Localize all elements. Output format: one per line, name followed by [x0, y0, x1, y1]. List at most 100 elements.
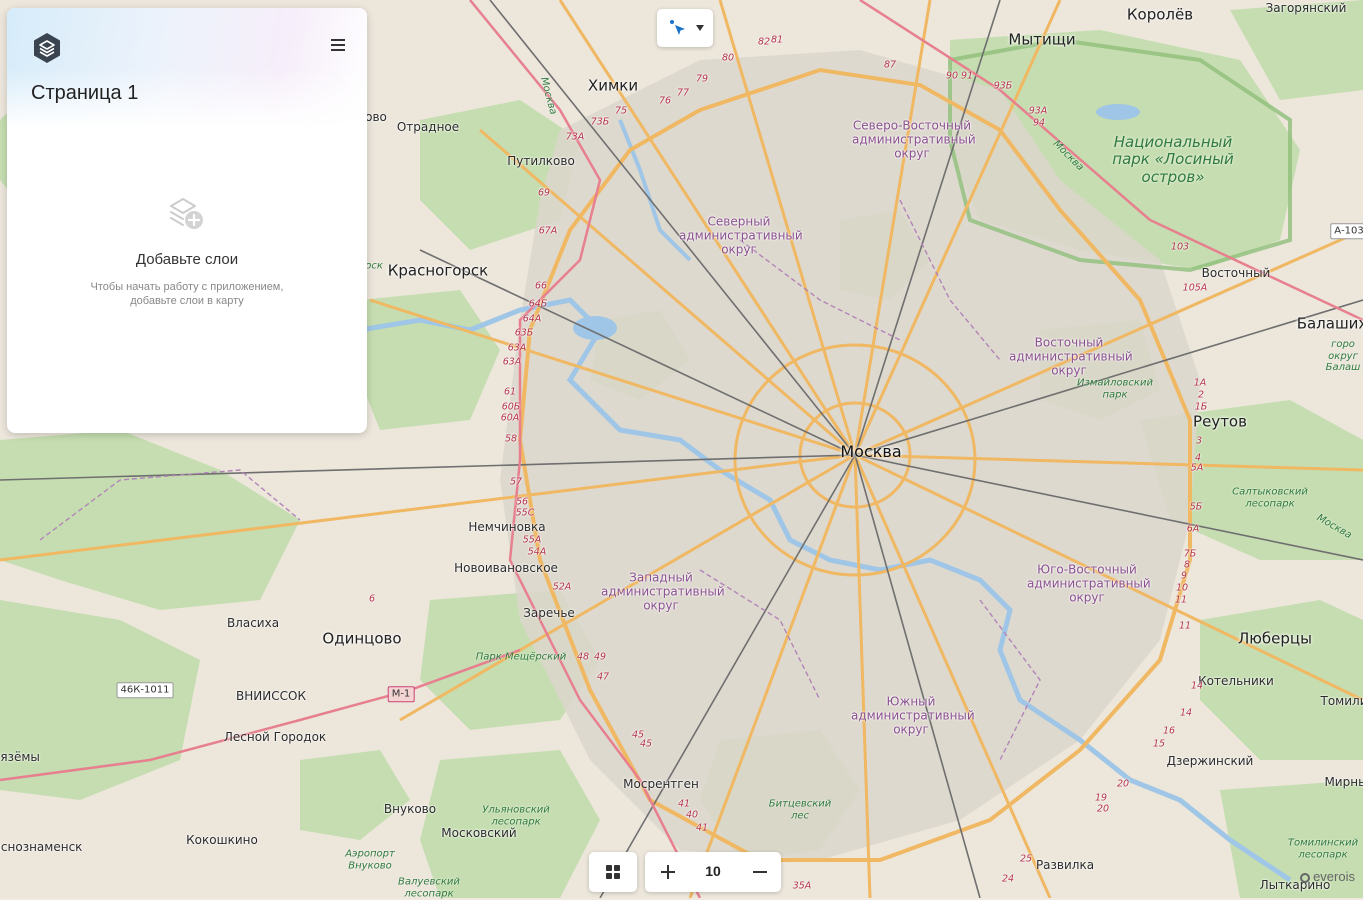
km-marker: 91 [961, 72, 973, 83]
km-marker: 76 [659, 97, 671, 108]
map-label-vyazyomy: Вязёмы [0, 751, 40, 765]
map-label-oboro: ово [365, 111, 387, 125]
km-marker: 61 [504, 388, 516, 399]
km-marker: 73А [566, 133, 585, 144]
zoom-in-button[interactable] [645, 852, 689, 892]
road-shield-a103: А-103 [1330, 223, 1363, 239]
map-label-zarechye: Заречье [523, 607, 575, 621]
km-marker: 14 [1191, 682, 1203, 693]
km-marker: 41 [696, 824, 708, 835]
km-marker: 24 [1002, 875, 1014, 886]
km-marker: 87 [884, 61, 896, 72]
map-label-odintsovo: Одинцово [322, 630, 401, 647]
map-label-district-uv: Юго-Восточный административный округ [1027, 563, 1147, 604]
map-label-mosrentgen: Мосрентген [623, 778, 699, 792]
km-marker: 105А [1183, 284, 1208, 295]
km-marker: 75 [615, 107, 627, 118]
map-label-moskva: Москва [840, 443, 901, 461]
km-marker: 1Б [1195, 403, 1208, 414]
km-marker: 1А [1194, 379, 1207, 390]
km-marker: 10 [1176, 584, 1188, 595]
map-label-airport: Аэропорт Внуково [335, 849, 405, 872]
km-marker: 67А [539, 227, 558, 238]
km-marker: 93Б [994, 82, 1013, 93]
page-title: Страница 1 [31, 82, 138, 105]
map-label-kotelniki: Котельники [1198, 675, 1274, 689]
km-marker: 15 [1153, 740, 1165, 751]
empty-state-title: Добавьте слои [7, 251, 367, 268]
caret-down-icon [696, 25, 704, 31]
map-label-tomilino: Томили [1321, 695, 1363, 709]
add-layer-icon [167, 194, 207, 234]
km-marker: 69 [538, 189, 550, 200]
panel-header-gradient [7, 8, 367, 128]
km-marker: 55С [516, 509, 535, 520]
km-marker: 48 [577, 653, 589, 664]
map-label-putilkovo: Путилково [507, 155, 575, 169]
km-marker: 5Б [1190, 503, 1203, 514]
map-label-vnukovo: Внуково [384, 803, 436, 817]
km-marker: 63Б [515, 329, 534, 340]
map-label-park-losiny: Национальный парк «Лосиный остров» [1103, 134, 1243, 186]
map-label-zagoryansky: Загорянский [1266, 2, 1347, 16]
km-marker: 45 [640, 740, 652, 751]
map-label-kokoshkino: Кокошкино [186, 834, 258, 848]
km-marker: 64Б [529, 300, 548, 311]
km-marker: 63А [503, 358, 522, 369]
map-label-khimki: Химки [588, 77, 638, 94]
map-label-novoivanovskoe: Новоивановское [454, 562, 558, 576]
map-label-park-valuevsky: Валуевский лесопарк [389, 877, 469, 900]
map-label-park-ulyanovsky: Ульяновский лесопарк [476, 805, 556, 828]
km-marker: 90 [946, 72, 958, 83]
km-marker: 81 [771, 36, 783, 47]
km-marker: 77 [677, 89, 689, 100]
attribution: everois [1300, 869, 1355, 884]
km-marker: 6А [1187, 525, 1200, 536]
map-label-park-saltykovsky: Салтыковский лесопарк [1225, 487, 1315, 510]
map-label-razvilka: Развилка [1036, 859, 1094, 873]
map-label-district-sev: Северный административный округ [679, 215, 799, 256]
map-label-nemchinovka: Немчиновка [468, 521, 545, 535]
km-marker: 9 [1181, 572, 1187, 583]
map-label-korolev: Королёв [1127, 6, 1193, 23]
km-marker: 20 [1097, 805, 1109, 816]
km-marker: 54А [528, 548, 547, 559]
attribution-text: everois [1313, 869, 1355, 884]
map-label-park-balashikha: горо округ Балаш [1323, 339, 1363, 374]
map-label-vostochny: Восточный [1202, 267, 1271, 281]
km-marker: 57 [510, 478, 522, 489]
map-label-mirny: Мирны [1324, 776, 1363, 790]
map-label-lyubertsy: Люберцы [1238, 630, 1312, 647]
grid-view-button[interactable] [589, 852, 637, 892]
map-label-krasnogorsk: Красногорск [388, 262, 488, 279]
map-label-dzerzhinsky: Дзержинский [1167, 755, 1254, 769]
km-marker: 73Б [591, 118, 610, 129]
km-marker: 11 [1175, 596, 1187, 607]
map-label-district-vost: Восточный административный округ [1009, 336, 1129, 377]
km-marker: 93А [1029, 107, 1048, 118]
km-marker: 5А [1191, 464, 1204, 475]
map-label-reutov: Реутов [1193, 413, 1247, 430]
map-label-district-zap: Западный административный округ [601, 571, 721, 612]
km-marker: 66 [535, 282, 547, 293]
road-shield-m1: М-1 [388, 686, 415, 702]
zoom-out-button[interactable] [737, 852, 781, 892]
km-marker: 82 [758, 38, 770, 49]
map-label-district-sv: Северо-Восточный административный округ [852, 119, 972, 160]
hamburger-menu-icon[interactable] [327, 36, 349, 58]
everois-logo-icon [1300, 873, 1310, 883]
km-marker: 49 [594, 653, 606, 664]
layers-panel: Страница 1 Добавьте слои Чтобы начать ра… [7, 8, 367, 433]
map-label-lesnoy-gorodok: Лесной Городок [224, 731, 326, 745]
layers-logo-icon[interactable] [31, 32, 63, 64]
km-marker: 52А [553, 583, 572, 594]
km-marker: 64А [523, 315, 542, 326]
map-label-vlasikha: Власиха [227, 617, 279, 631]
select-tool-dropdown[interactable] [657, 9, 713, 47]
map-label-park-izmailovo: Измайловский парк [1075, 378, 1155, 401]
km-marker: 3 [1196, 437, 1202, 448]
map-label-park-bitsevsky: Битцевский лес [765, 799, 835, 822]
zoom-level: 10 [689, 863, 737, 879]
km-marker: 94 [1033, 119, 1045, 130]
km-marker: 58 [505, 435, 517, 446]
